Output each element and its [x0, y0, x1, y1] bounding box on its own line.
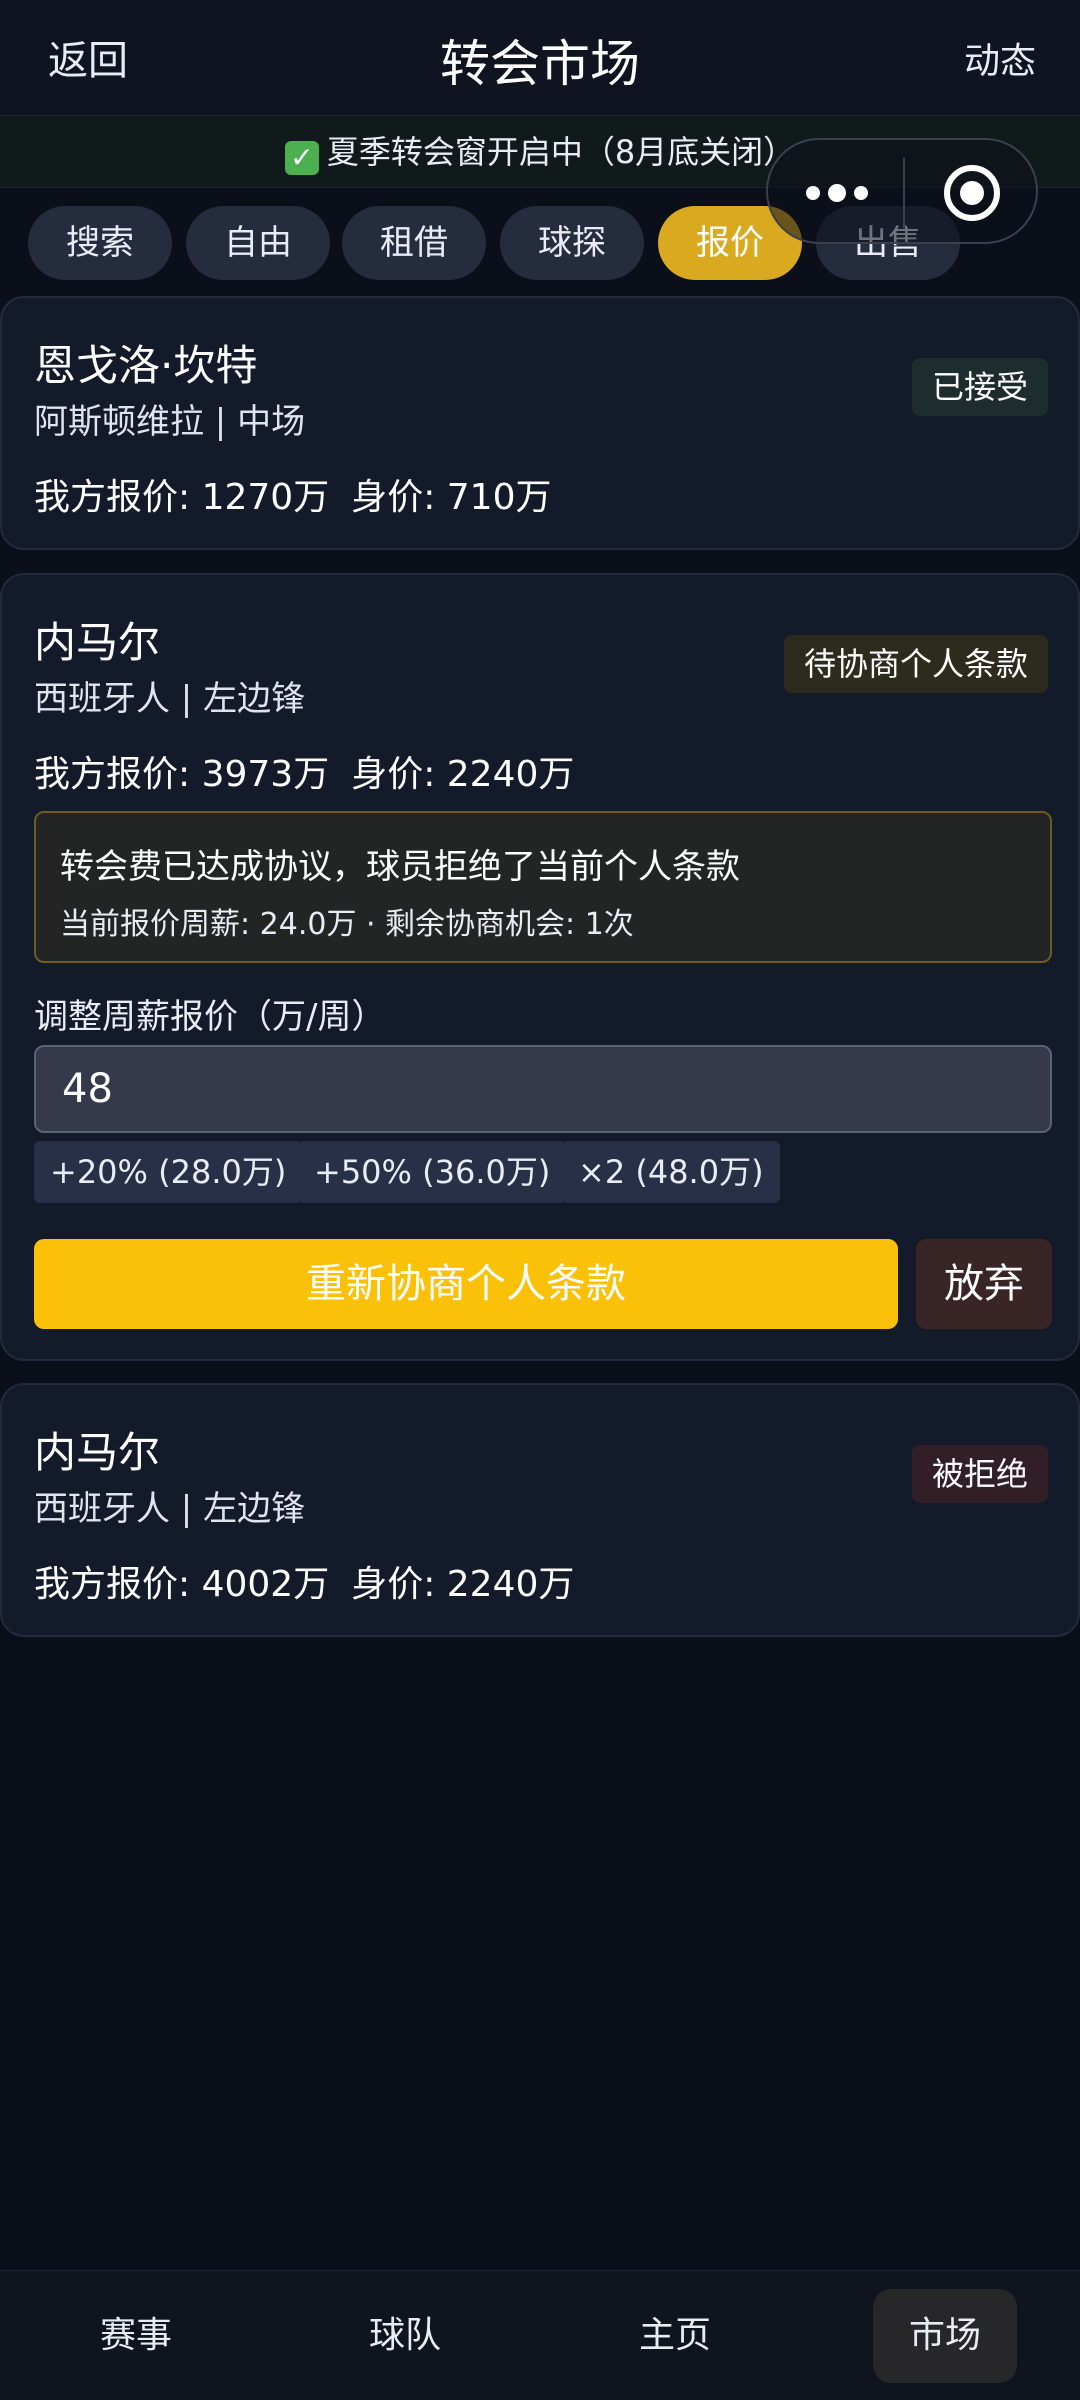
more-icon[interactable]	[806, 178, 868, 208]
market-value: 身价: 2240万	[351, 1564, 575, 1605]
page-title: 转会市场	[440, 35, 640, 93]
player-club-position: 阿斯顿维拉 | 中场	[34, 402, 306, 442]
offer-price-row: 我方报价: 4002万 身价: 2240万	[34, 1555, 596, 1607]
renegotiate-button[interactable]: 重新协商个人条款	[34, 1239, 898, 1329]
nav-team[interactable]: 球队	[305, 2271, 505, 2400]
checkmark-icon: ✓	[284, 141, 319, 175]
offer-card: 内马尔 西班牙人 | 左边锋 我方报价: 4002万 身价: 2240万 被拒绝	[0, 1383, 1080, 1637]
notice-text: 夏季转会窗开启中（8月底关闭）	[326, 133, 796, 171]
our-offer: 我方报价: 4002万	[34, 1564, 330, 1605]
offer-price-row: 我方报价: 3973万 身价: 2240万	[34, 745, 596, 797]
nav-market[interactable]: 市场	[873, 2289, 1017, 2383]
activity-button[interactable]: 动态	[964, 32, 1036, 84]
tab-free[interactable]: 自由	[186, 206, 330, 280]
status-badge: 待协商个人条款	[783, 635, 1048, 693]
close-target-icon[interactable]	[944, 165, 1000, 221]
bottom-nav: 赛事 球队 主页 市场	[0, 2270, 1080, 2400]
nav-matches[interactable]: 赛事	[36, 2271, 236, 2400]
player-name: 内马尔	[34, 1428, 161, 1477]
our-offer: 我方报价: 1270万	[34, 477, 330, 518]
negotiation-alert: 转会费已达成协议，球员拒绝了当前个人条款 当前报价周薪: 24.0万 · 剩余协…	[34, 811, 1052, 963]
market-value: 身价: 710万	[351, 477, 552, 518]
alert-message: 转会费已达成协议，球员拒绝了当前个人条款	[60, 847, 740, 887]
wage-input[interactable]	[34, 1045, 1052, 1133]
tab-search[interactable]: 搜索	[28, 206, 172, 280]
offer-card: 内马尔 西班牙人 | 左边锋 我方报价: 3973万 身价: 2240万 待协商个…	[0, 573, 1080, 1361]
tab-scout[interactable]: 球探	[500, 206, 644, 280]
wage-chip-plus50[interactable]: +50% (36.0万)	[298, 1141, 567, 1203]
abandon-button[interactable]: 放弃	[916, 1239, 1052, 1329]
alert-details: 当前报价周薪: 24.0万 · 剩余协商机会: 1次	[60, 907, 634, 942]
nav-home[interactable]: 主页	[575, 2271, 775, 2400]
our-offer: 我方报价: 3973万	[34, 754, 330, 795]
top-bar: 返回 转会市场 动态	[0, 0, 1080, 116]
player-club-position: 西班牙人 | 左边锋	[34, 1489, 306, 1529]
tab-loan[interactable]: 租借	[342, 206, 486, 280]
status-badge: 已接受	[911, 358, 1048, 416]
status-badge: 被拒绝	[911, 1445, 1048, 1503]
player-name: 恩戈洛·坎特	[34, 341, 258, 390]
wage-chip-plus20[interactable]: +20% (28.0万)	[34, 1141, 303, 1203]
player-name: 内马尔	[34, 618, 161, 667]
market-value: 身价: 2240万	[351, 754, 575, 795]
wage-adjust-label: 调整周薪报价（万/周）	[34, 997, 386, 1037]
miniprogram-capsule	[766, 138, 1038, 244]
capsule-divider	[903, 158, 905, 228]
player-club-position: 西班牙人 | 左边锋	[34, 679, 306, 719]
offer-card: 恩戈洛·坎特 阿斯顿维拉 | 中场 我方报价: 1270万 身价: 710万 已接…	[0, 296, 1080, 550]
wage-chip-double[interactable]: ×2 (48.0万)	[562, 1141, 780, 1203]
offer-price-row: 我方报价: 1270万 身价: 710万	[34, 468, 574, 520]
